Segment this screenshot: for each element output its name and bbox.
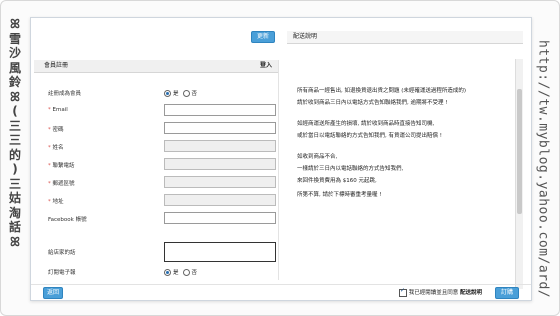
subscribe-label: 訂閱電子報 xyxy=(48,270,76,276)
footer-bar: 返回 我已經閱讀並且同意 配送說明 訂購 xyxy=(31,284,531,301)
field-input[interactable] xyxy=(164,194,276,206)
notice-line: 所第不算, 請於下標時審重考量喔 ! xyxy=(297,192,382,198)
decoration-char: 雪 xyxy=(8,31,21,46)
field-label-text: 郵遞區號 xyxy=(52,181,75,187)
notice-line: 所有商品一經售出, 如退換貨退出貨之問題 (未經確運送過程所造成的) xyxy=(297,88,467,94)
shipping-info: 所有商品一經售出, 如退換貨退出貨之問題 (未經確運送過程所造成的) 請於收到商品… xyxy=(287,31,523,289)
notice-line: 或於當日以電話聯絡的方式告知我們, 有貨運公司提出賠償 ! xyxy=(297,133,442,139)
field-input[interactable] xyxy=(164,212,276,224)
member-no-option[interactable]: 否 xyxy=(182,89,197,97)
decoration-char: 風 xyxy=(8,60,21,75)
field-label: * 密碼 xyxy=(48,125,64,133)
decoration-char: 三 xyxy=(8,133,21,147)
field-label-text: Email xyxy=(52,107,68,113)
decoration-char: ) xyxy=(12,162,18,176)
member-no-radio[interactable] xyxy=(182,90,190,97)
decoration-char: 三 xyxy=(8,118,21,133)
decoration-char: ( xyxy=(12,104,18,118)
member-label: 註冊成為會員 xyxy=(48,91,82,97)
field-label-text: Facebook 帳號 xyxy=(48,217,87,223)
back-button[interactable]: 返回 xyxy=(43,287,63,299)
decoration-char: 的 xyxy=(8,147,21,162)
decoration-char: 話 xyxy=(8,220,21,234)
field-label-text: 姓名 xyxy=(52,145,64,151)
shipping-terms-link[interactable]: 配送說明 xyxy=(460,290,482,296)
member-row: 註冊成為會員 xyxy=(48,89,81,97)
field-input[interactable] xyxy=(164,122,276,134)
decoration-char: 沙 xyxy=(8,46,21,60)
decoration-char: ꕤ xyxy=(10,234,20,249)
refresh-button[interactable]: 更新 xyxy=(251,31,275,43)
field-input[interactable] xyxy=(164,158,276,170)
decoration-char: ꕤ xyxy=(10,17,20,31)
field-label-text: 地址 xyxy=(52,199,64,205)
subscribe-no-radio[interactable] xyxy=(182,269,190,276)
field-label: Facebook 帳號 xyxy=(48,215,87,223)
member-yes-radio[interactable] xyxy=(164,90,171,97)
register-form: 註冊成為會員 是 否 * Email * 密碼 * 姓名 * 聯繫電話 * 郵遞區號 * … xyxy=(34,60,279,280)
field-label: * 地址 xyxy=(48,197,64,205)
field-input[interactable] xyxy=(164,140,276,152)
watermark-url: http://tw.myblog.yahoo.com/ard/ xyxy=(535,40,551,299)
subscribe-yes-radio[interactable] xyxy=(164,269,171,276)
field-label: * 聯繫電話 xyxy=(48,161,75,169)
order-button[interactable]: 訂購 xyxy=(495,287,519,299)
notice-line: 一樣請於三日內以電話聯絡的方式告知我們, xyxy=(297,166,404,172)
agree-label: 我已經閱讀並且同意 xyxy=(408,290,459,296)
member-yes-option[interactable]: 是 xyxy=(164,89,179,97)
notice-line: 如經商運送所產生的損壞, 請於收到商品時直接告知司機, xyxy=(297,121,435,127)
subscribe-yes-option[interactable]: 是 xyxy=(164,268,179,276)
decoration-char: 三 xyxy=(8,176,21,191)
checkout-window: 更新 會員註冊 登入 註冊成為會員 是 否 * Email * 密碼 * 姓名 * 聯… xyxy=(30,17,532,301)
field-label-text: 聯繫電話 xyxy=(52,163,75,169)
scrollbar-thumb[interactable] xyxy=(517,89,522,214)
decoration-char: ꕤ xyxy=(10,89,20,104)
field-label-text: 密碼 xyxy=(52,127,64,133)
decoration-char: 淘 xyxy=(8,205,21,220)
decoration-char: 姑 xyxy=(8,191,21,205)
subscribe-radio-group: 是 否 xyxy=(164,268,197,276)
right-decoration: http://tw.myblog.yahoo.com/ard/ xyxy=(532,40,554,298)
notice-line: 如收到商品不合, xyxy=(297,154,338,160)
store-note-label: 給店家的話 xyxy=(48,250,76,256)
member-radio-group: 是 否 xyxy=(164,89,197,97)
notice-line: 來回件換貨費用為 $160 元起跳, xyxy=(297,178,377,184)
agree-row: 我已經閱讀並且同意 配送說明 xyxy=(399,287,482,297)
left-decoration: ꕤ 雪沙風鈴 ꕤ(三三的) 三姑淘話 ꕤ xyxy=(4,18,26,288)
field-label: * 姓名 xyxy=(48,143,64,151)
store-note-textarea[interactable] xyxy=(164,242,276,262)
subscribe-no-option[interactable]: 否 xyxy=(182,268,197,276)
field-label: * 郵遞區號 xyxy=(48,179,75,187)
agree-checkbox[interactable] xyxy=(399,287,407,297)
field-input[interactable] xyxy=(164,176,276,188)
field-input[interactable] xyxy=(164,104,276,116)
notice-line: 請於收到商品三日內以電話方式告知聯絡我們, 逾期將不受理 ! xyxy=(297,100,448,106)
field-label: * Email xyxy=(48,107,68,113)
shipping-scrollbar[interactable] xyxy=(515,59,523,289)
decoration-char: 鈴 xyxy=(8,75,21,89)
